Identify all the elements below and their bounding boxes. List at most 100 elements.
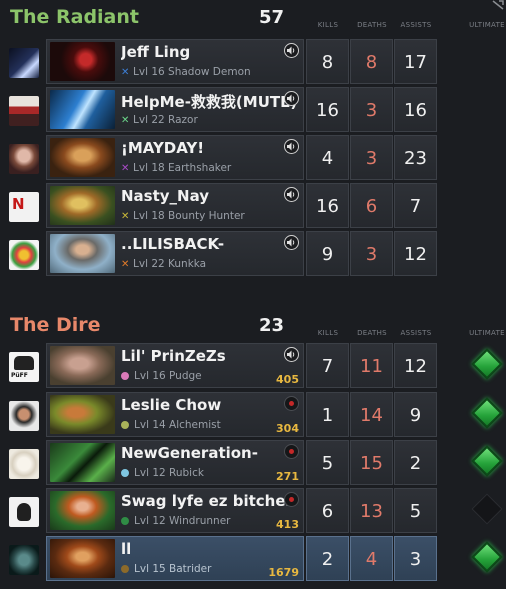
avatar[interactable] (9, 48, 39, 78)
dire-player-row[interactable]: Leslie Chow Lvl 14 Alchemist 304 1 14 9 (0, 392, 506, 440)
player-level: Lvl 18 (133, 162, 165, 174)
radiant-player-row[interactable]: N Nasty_Nay ✕ Lvl 18 Bounty Hunter 16 6 7 (0, 183, 506, 231)
dire-player-row[interactable]: ll Lvl 15 Batrider 1679 2 4 3 (0, 536, 506, 584)
player-level: Lvl 15 (134, 563, 166, 575)
player-card[interactable]: ..LILISBACK- ✕ Lvl 22 Kunkka (46, 231, 304, 276)
player-level: Lvl 16 (134, 370, 166, 382)
avatar[interactable] (9, 401, 39, 431)
kills-value: 16 (306, 183, 349, 228)
player-name: Jeff Ling (121, 43, 191, 61)
deaths-value: 6 (350, 183, 393, 228)
radiant-team-name: The Radiant (10, 6, 139, 28)
radiant-player-row[interactable]: HelpMe-救救我(MUTE) ✕ Lvl 22 Razor 16 3 16 (0, 87, 506, 135)
player-color-dot-icon (121, 517, 129, 525)
cross-mark-icon: ✕ (121, 67, 130, 78)
player-card[interactable]: Lil' PrinZeZs Lvl 16 Pudge 405 (46, 343, 304, 388)
dire-header: The Dire 23 KILLS DEATHS ASSISTS ULTIMAT… (0, 308, 506, 344)
avatar[interactable] (9, 497, 39, 527)
deaths-value: 3 (350, 231, 393, 276)
logo-text-icon: PüFF (11, 372, 28, 379)
deaths-header: DEATHS (357, 21, 387, 29)
player-name: ll (121, 540, 132, 558)
deaths-value: 3 (350, 87, 393, 132)
ultimate-not-ready-icon (471, 493, 503, 525)
mascot-icon (14, 356, 34, 370)
kills-value: 7 (306, 343, 349, 388)
avatar[interactable] (9, 545, 39, 575)
record-icon[interactable] (284, 396, 299, 411)
cross-mark-icon: ✕ (121, 115, 130, 126)
radiant-player-row[interactable]: ¡MAYDAY! ✕ Lvl 18 Earthshaker 4 3 23 (0, 135, 506, 183)
player-card[interactable]: ¡MAYDAY! ✕ Lvl 18 Earthshaker (46, 135, 304, 180)
volume-icon[interactable] (284, 91, 299, 106)
avatar[interactable]: PüFF (9, 352, 39, 382)
hero-name: Bounty Hunter (168, 210, 245, 222)
kills-value: 8 (306, 39, 349, 84)
player-card[interactable]: Jeff Ling ✕ Lvl 16 Shadow Demon (46, 39, 304, 84)
assists-value: 3 (394, 536, 437, 581)
assists-header: ASSISTS (400, 21, 432, 29)
assists-header: ASSISTS (400, 329, 432, 337)
assists-value: 16 (394, 87, 437, 132)
dire-team-name: The Dire (10, 314, 101, 336)
hero-portrait (50, 539, 115, 578)
volume-icon[interactable] (284, 347, 299, 362)
player-level: Lvl 16 (133, 66, 165, 78)
assists-value: 7 (394, 183, 437, 228)
kills-header: KILLS (317, 329, 339, 337)
logo-icon: N (12, 195, 25, 213)
player-name: Lil' PrinZeZs (121, 347, 226, 365)
volume-icon[interactable] (284, 139, 299, 154)
player-card[interactable]: Swag lyfe ez bitches Lvl 12 Windrunner 4… (46, 488, 304, 533)
assists-value: 12 (394, 343, 437, 388)
volume-icon[interactable] (284, 187, 299, 202)
player-card[interactable]: ll Lvl 15 Batrider 1679 (46, 536, 304, 581)
ultimate-ready-icon (471, 445, 503, 477)
avatar[interactable] (9, 96, 39, 126)
kills-value: 16 (306, 87, 349, 132)
record-icon[interactable] (284, 444, 299, 459)
hero-name: Rubick (169, 467, 204, 479)
avatar[interactable] (9, 144, 39, 174)
dire-player-row[interactable]: Swag lyfe ez bitches Lvl 12 Windrunner 4… (0, 488, 506, 536)
record-icon[interactable] (284, 492, 299, 507)
ultimate-ready-icon (471, 397, 503, 429)
player-color-dot-icon (121, 421, 129, 429)
volume-icon[interactable] (284, 235, 299, 250)
hero-name: Kunkka (168, 258, 207, 270)
player-card[interactable]: NewGeneration- Lvl 12 Rubick 271 (46, 440, 304, 485)
radiant-player-row[interactable]: Jeff Ling ✕ Lvl 16 Shadow Demon 8 8 17 (0, 39, 506, 87)
hero-name: Razor (168, 114, 198, 126)
assists-value: 2 (394, 440, 437, 485)
player-card[interactable]: HelpMe-救救我(MUTE) ✕ Lvl 22 Razor (46, 87, 304, 132)
avatar[interactable] (9, 240, 39, 270)
avatar[interactable] (9, 449, 39, 479)
ultimate-header: ULTIMATE (469, 329, 505, 337)
radiant-player-row[interactable]: ..LILISBACK- ✕ Lvl 22 Kunkka 9 3 12 (0, 231, 506, 279)
player-subtitle: Lvl 15 Batrider (121, 563, 211, 575)
hero-name: Batrider (169, 563, 212, 575)
dire-player-row[interactable]: PüFF Lil' PrinZeZs Lvl 16 Pudge 405 7 11… (0, 343, 506, 391)
kills-value: 2 (306, 536, 349, 581)
player-subtitle: Lvl 12 Windrunner (121, 515, 230, 527)
ultimate-indicator (471, 348, 503, 380)
gold-value: 271 (276, 470, 299, 483)
gold-value: 405 (276, 373, 299, 386)
deaths-value: 4 (350, 536, 393, 581)
avatar[interactable]: N (9, 192, 39, 222)
player-name: HelpMe-救救我(MUTE) (121, 93, 298, 111)
player-card[interactable]: Nasty_Nay ✕ Lvl 18 Bounty Hunter (46, 183, 304, 228)
player-name: Leslie Chow (121, 396, 222, 414)
cross-mark-icon: ✕ (121, 163, 130, 174)
player-subtitle: Lvl 16 Pudge (121, 370, 202, 382)
assists-value: 5 (394, 488, 437, 533)
player-card[interactable]: Leslie Chow Lvl 14 Alchemist 304 (46, 392, 304, 437)
hero-portrait (50, 346, 115, 385)
volume-icon[interactable] (284, 43, 299, 58)
dire-score: 23 (259, 315, 285, 336)
kills-header: KILLS (317, 21, 339, 29)
radiant-header: The Radiant 57 KILLS DEATHS ASSISTS ULTI… (0, 0, 506, 36)
dire-player-row[interactable]: NewGeneration- Lvl 12 Rubick 271 5 15 2 (0, 440, 506, 488)
player-subtitle: Lvl 12 Rubick (121, 467, 204, 479)
player-name: Swag lyfe ez bitches (121, 492, 295, 510)
